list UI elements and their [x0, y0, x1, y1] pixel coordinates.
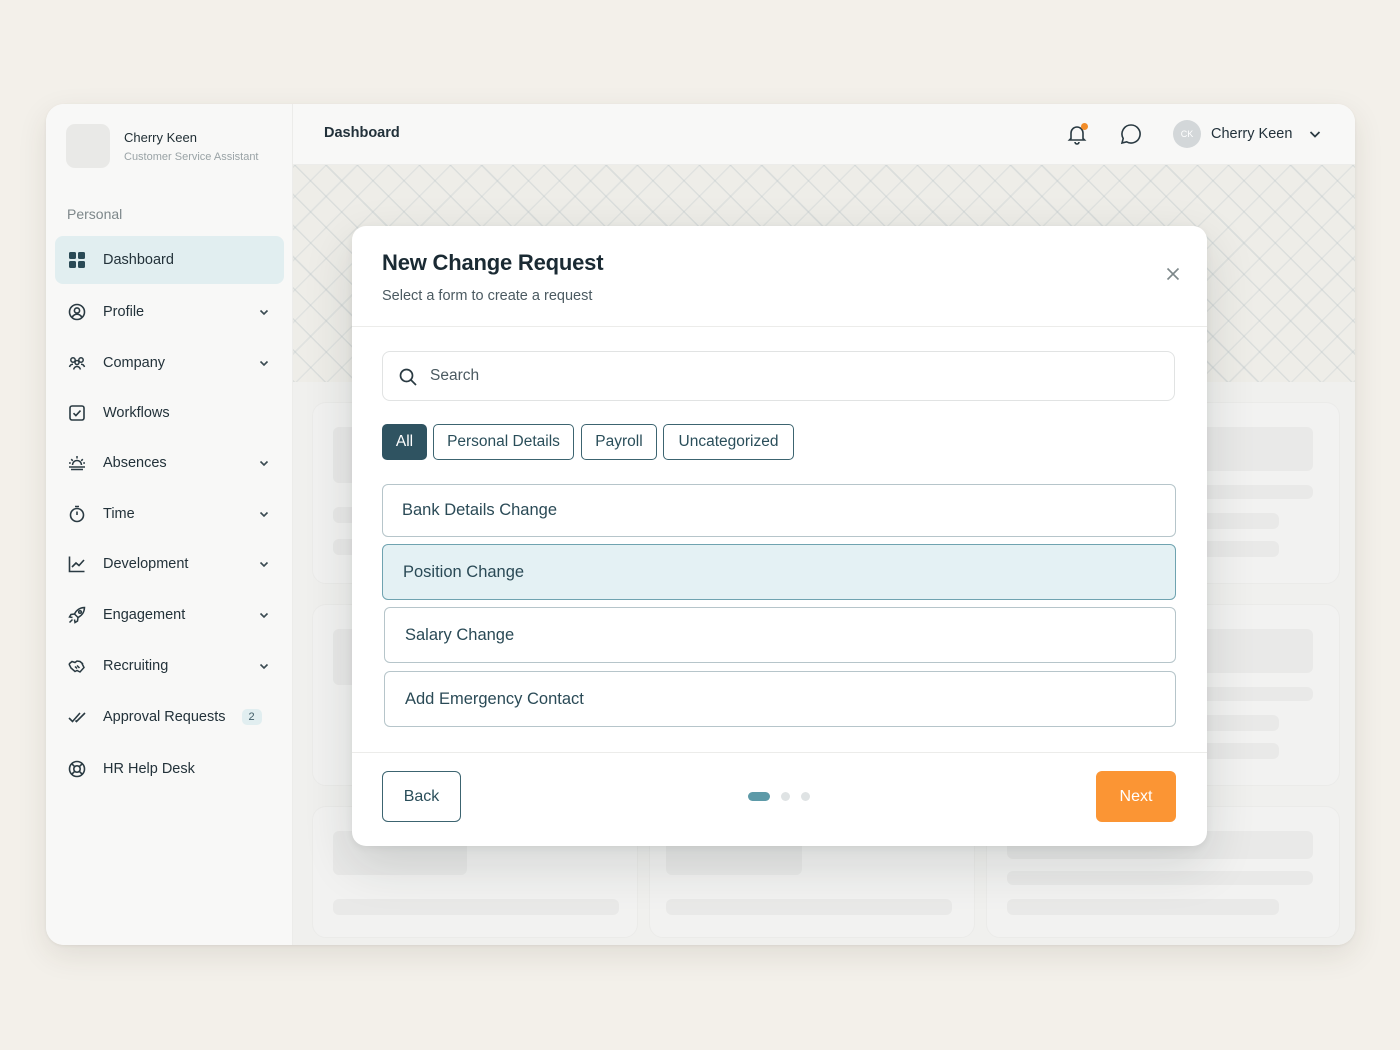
- form-option-salary-change[interactable]: Salary Change: [384, 607, 1176, 663]
- sidebar-item-time[interactable]: Time: [55, 490, 284, 538]
- lifebuoy-icon: [68, 760, 86, 778]
- avatar: CK: [1173, 120, 1201, 148]
- step-dot-3[interactable]: [801, 792, 810, 801]
- sidebar-item-company[interactable]: Company: [55, 339, 284, 387]
- sidebar: Cherry Keen Customer Service Assistant P…: [46, 104, 293, 945]
- search-box: [382, 351, 1175, 401]
- close-button[interactable]: [1165, 266, 1181, 282]
- people-icon: [68, 354, 86, 372]
- sidebar-user-card[interactable]: Cherry Keen Customer Service Assistant: [66, 124, 259, 168]
- step-dot-1[interactable]: [748, 792, 770, 801]
- double-check-icon: [68, 708, 86, 726]
- filter-chip-payroll[interactable]: Payroll: [581, 424, 657, 460]
- sidebar-item-label: Approval Requests: [103, 709, 226, 725]
- avatar: [66, 124, 110, 168]
- next-button[interactable]: Next: [1096, 771, 1176, 822]
- form-option-add-emergency-contact[interactable]: Add Emergency Contact: [384, 671, 1176, 727]
- sidebar-item-dashboard[interactable]: Dashboard: [55, 236, 284, 284]
- dialog-title: New Change Request: [382, 250, 604, 275]
- chevron-down-icon: [259, 460, 269, 467]
- sidebar-item-label: Development: [103, 556, 189, 572]
- divider: [352, 752, 1207, 753]
- filter-chip-all[interactable]: All: [382, 424, 427, 460]
- chevron-down-icon: [259, 663, 269, 670]
- sidebar-item-label: Workflows: [103, 405, 170, 421]
- sidebar-item-hr-help-desk[interactable]: HR Help Desk: [55, 745, 284, 793]
- count-badge: 2: [241, 709, 262, 725]
- sidebar-item-workflows[interactable]: Workflows: [55, 389, 284, 437]
- sidebar-item-engagement[interactable]: Engagement: [55, 591, 284, 639]
- form-option-label: Bank Details Change: [402, 501, 558, 519]
- sidebar-item-development[interactable]: Development: [55, 540, 284, 588]
- form-option-position-change[interactable]: Position Change: [382, 544, 1176, 600]
- grid-icon: [68, 251, 86, 269]
- sidebar-item-recruiting[interactable]: Recruiting: [55, 642, 284, 690]
- step-indicator: [748, 792, 810, 801]
- divider: [352, 326, 1207, 327]
- sidebar-item-label: Profile: [103, 304, 145, 320]
- chevron-down-icon: [259, 612, 269, 619]
- chevron-down-icon: [259, 561, 269, 568]
- step-dot-2[interactable]: [781, 792, 790, 801]
- notifications-button[interactable]: [1065, 122, 1089, 146]
- sidebar-section-label: Personal: [67, 206, 123, 222]
- form-option-bank-details-change[interactable]: Bank Details Change: [382, 484, 1176, 537]
- top-bar: Dashboard CK Cherry Keen: [293, 104, 1355, 165]
- sidebar-user-role: Customer Service Assistant: [124, 150, 259, 163]
- messages-button[interactable]: [1119, 122, 1143, 146]
- user-menu[interactable]: CK Cherry Keen: [1173, 120, 1322, 148]
- checkbox-icon: [68, 404, 86, 422]
- sidebar-item-label: Absences: [103, 455, 167, 471]
- chevron-down-icon: [259, 360, 269, 367]
- chevron-down-icon: [259, 309, 269, 316]
- sidebar-item-label: Time: [103, 506, 135, 522]
- filter-chip-personal-details[interactable]: Personal Details: [433, 424, 574, 460]
- close-icon: [1166, 267, 1180, 281]
- sidebar-item-label: Dashboard: [103, 252, 174, 268]
- notification-dot: [1081, 123, 1088, 130]
- user-name: Cherry Keen: [1211, 126, 1293, 142]
- search-input[interactable]: [430, 352, 1160, 400]
- search-icon: [399, 368, 417, 386]
- sidebar-item-absences[interactable]: Absences: [55, 439, 284, 487]
- new-change-request-dialog: New Change Request Select a form to crea…: [352, 226, 1207, 846]
- back-button[interactable]: Back: [382, 771, 461, 822]
- sidebar-item-label: Engagement: [103, 607, 186, 623]
- chart-line-icon: [68, 555, 86, 573]
- dialog-subtitle: Select a form to create a request: [382, 288, 593, 304]
- chevron-down-icon: [1310, 131, 1321, 138]
- sidebar-item-approval-requests[interactable]: Approval Requests 2: [55, 693, 284, 741]
- page-title: Dashboard: [324, 125, 400, 141]
- user-circle-icon: [68, 303, 86, 321]
- stopwatch-icon: [68, 505, 86, 523]
- chat-bubble-icon: [1120, 124, 1141, 145]
- rocket-icon: [68, 606, 86, 624]
- form-option-label: Add Emergency Contact: [405, 689, 584, 708]
- sunrise-icon: [68, 454, 86, 472]
- sidebar-user-name: Cherry Keen: [124, 129, 197, 145]
- sidebar-item-label: Recruiting: [103, 658, 169, 674]
- filter-chip-uncategorized[interactable]: Uncategorized: [663, 424, 794, 460]
- chevron-down-icon: [259, 511, 269, 518]
- form-option-label: Position Change: [403, 562, 525, 581]
- form-option-label: Salary Change: [405, 625, 515, 644]
- sidebar-item-label: Company: [103, 355, 166, 371]
- sidebar-item-profile[interactable]: Profile: [55, 288, 284, 336]
- handshake-icon: [68, 657, 86, 675]
- sidebar-item-label: HR Help Desk: [103, 761, 195, 777]
